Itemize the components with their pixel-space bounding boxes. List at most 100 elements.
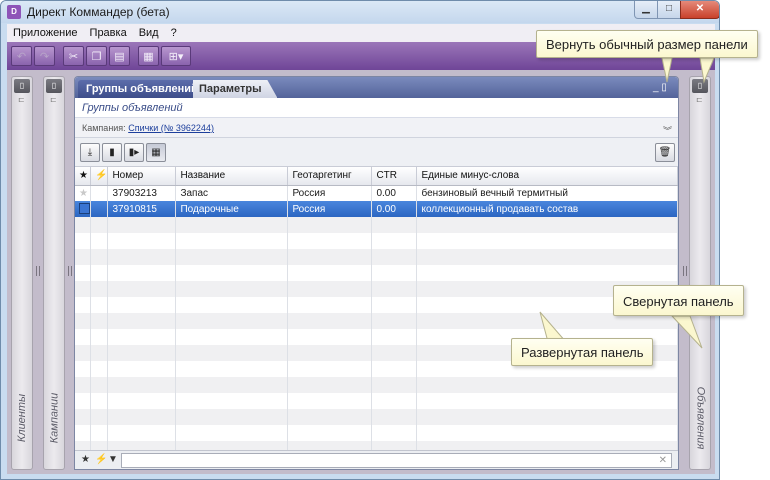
grid-toolbar: ⤓ ▮ ▮▸ ▦ 🗑 <box>75 138 678 167</box>
pin-icon: ⊏ <box>18 95 25 104</box>
flag-cell <box>90 185 109 201</box>
clients-panel-label: Клиенты <box>16 393 29 443</box>
ctr-cell: 0.00 <box>371 185 418 201</box>
empty-row <box>75 233 678 249</box>
cut-button[interactable]: ✂ <box>63 46 84 66</box>
splitter-handle[interactable] <box>68 266 72 276</box>
layout-icon: ⊞▾ <box>168 50 184 63</box>
geo-cell: Россия <box>287 201 373 217</box>
column-header-geo[interactable]: Геотаргетинг <box>287 167 373 186</box>
callout-expanded-panel: Развернутая панель <box>511 338 654 366</box>
clients-collapsed-panel[interactable]: ▯ ⊏ Клиенты <box>11 76 33 470</box>
panel-minimize-restore-icons[interactable]: _ ▯ <box>653 82 667 93</box>
download-icon: ⤓ <box>87 147 93 158</box>
column-header-number[interactable]: Номер <box>107 167 177 186</box>
empty-row <box>75 425 678 441</box>
restore-panel-icon[interactable]: ▯ <box>692 79 708 93</box>
table-header-row: ★ ⚡ Номер Название Геотаргетинг CTR Един… <box>75 167 678 186</box>
layout-dropdown-button[interactable]: ⊞▾ <box>161 46 191 66</box>
empty-row <box>75 249 678 265</box>
empty-row <box>75 297 678 313</box>
ad-groups-table: ★ ⚡ Номер Название Геотаргетинг CTR Един… <box>75 167 678 457</box>
geo-cell: Россия <box>287 185 373 201</box>
flag-filter-icon[interactable]: ⚡ <box>95 454 107 465</box>
ads-panel-label-wrap: Объявления <box>690 373 710 463</box>
ads-panel-label: Объявления <box>694 386 706 450</box>
paste-button[interactable]: ▤ <box>109 46 130 66</box>
empty-row <box>75 313 678 329</box>
star-cell[interactable] <box>75 201 91 217</box>
new-document-button[interactable]: ▮ <box>102 143 122 162</box>
close-button[interactable]: ✕ <box>680 1 719 19</box>
empty-row <box>75 393 678 409</box>
empty-row <box>75 409 678 425</box>
column-header-ctr[interactable]: CTR <box>371 167 418 186</box>
empty-row <box>75 281 678 297</box>
minimize-button[interactable]: ▁ <box>634 1 658 19</box>
table-button[interactable]: ▦ <box>138 46 159 66</box>
tab-parameters[interactable]: Параметры <box>193 80 278 98</box>
menu-application[interactable]: Приложение <box>7 27 84 39</box>
campaigns-panel-label: Кампании <box>48 392 61 444</box>
grid-view-button[interactable]: ▦ <box>146 143 166 162</box>
document-icon: ▮ <box>109 147 115 158</box>
table-row[interactable]: ★ 37903213 Запас Россия 0.00 бензиновый … <box>75 185 678 201</box>
panel-tab-strip: Группы объявлений Параметры _ ▯ <box>75 77 678 98</box>
copy-icon: ❐ <box>91 50 102 63</box>
empty-row <box>75 265 678 281</box>
callout-restore-panel: Вернуть обычный размер панели <box>536 30 758 58</box>
name-cell: Подарочные <box>175 201 289 217</box>
funnel-icon[interactable]: ▼ <box>108 454 118 465</box>
clear-filter-icon[interactable]: ✕ <box>659 454 667 467</box>
window-title: Директ Коммандер (бета) <box>27 5 170 19</box>
column-header-flag[interactable]: ⚡ <box>90 167 109 186</box>
undo-button[interactable]: ↶ <box>11 46 32 66</box>
menu-edit[interactable]: Правка <box>84 27 133 39</box>
title-bar: D Директ Коммандер (бета) ▁ □ ✕ <box>1 1 719 23</box>
empty-row <box>75 377 678 393</box>
table-row-selected[interactable]: 37910815 Подарочные Россия 0.00 коллекци… <box>75 201 678 217</box>
redo-button[interactable]: ↷ <box>34 46 55 66</box>
menu-view[interactable]: Вид <box>133 27 165 39</box>
star-cell[interactable]: ★ <box>75 185 91 201</box>
filter-input[interactable]: ✕ <box>121 453 672 468</box>
panel-subtitle: Группы объявлений <box>75 98 678 118</box>
campaign-link[interactable]: Спички (№ 3962244) <box>128 123 214 133</box>
menu-help[interactable]: ? <box>165 27 183 39</box>
grid-icon: ▦ <box>151 147 161 158</box>
copy-button[interactable]: ❐ <box>86 46 107 66</box>
number-cell: 37903213 <box>107 185 177 201</box>
work-area: ▯ ⊏ Клиенты ▯ ⊏ Кампании Группы объявлен… <box>7 70 715 474</box>
empty-row <box>75 217 678 233</box>
campaign-breadcrumb: Кампания: Спички (№ 3962244) ︾ <box>75 118 678 138</box>
app-window: D Директ Коммандер (бета) ▁ □ ✕ Приложен… <box>0 0 720 480</box>
column-header-star[interactable]: ★ <box>75 167 91 186</box>
export-button[interactable]: ▮▸ <box>124 143 144 162</box>
column-header-name[interactable]: Название <box>175 167 289 186</box>
splitter-handle[interactable] <box>683 266 687 276</box>
splitter-handle[interactable] <box>36 266 40 276</box>
column-header-minus-words[interactable]: Единые минус-слова <box>416 167 678 186</box>
campaign-label: Кампания: <box>82 123 126 133</box>
campaigns-collapsed-panel[interactable]: ▯ ⊏ Кампании <box>43 76 65 470</box>
download-button[interactable]: ⤓ <box>80 143 100 162</box>
minus-words-cell: коллекционный продавать состав <box>416 201 678 217</box>
cut-icon: ✂ <box>68 50 79 63</box>
callout-collapsed-panel: Свернутая панель <box>613 285 744 316</box>
export-icon: ▮▸ <box>128 147 140 158</box>
redo-icon: ↷ <box>39 50 50 63</box>
app-icon: D <box>7 5 21 19</box>
tab-ad-groups[interactable]: Группы объявлений <box>78 80 206 98</box>
pin-icon: ⊏ <box>696 95 703 104</box>
star-filter-icon[interactable]: ★ <box>81 454 90 465</box>
name-cell: Запас <box>175 185 289 201</box>
ctr-cell: 0.00 <box>371 201 418 217</box>
flag-cell <box>90 201 109 217</box>
restore-panel-icon[interactable]: ▯ <box>46 79 62 93</box>
restore-panel-icon[interactable]: ▯ <box>14 79 30 93</box>
number-cell: 37910815 <box>107 201 177 217</box>
ads-collapsed-panel[interactable]: ▯ ⊏ Объявления <box>689 76 711 470</box>
minus-words-cell: бензиновый вечный термитный <box>416 185 678 201</box>
delete-button[interactable]: 🗑 <box>655 143 675 162</box>
maximize-button[interactable]: □ <box>657 1 681 19</box>
